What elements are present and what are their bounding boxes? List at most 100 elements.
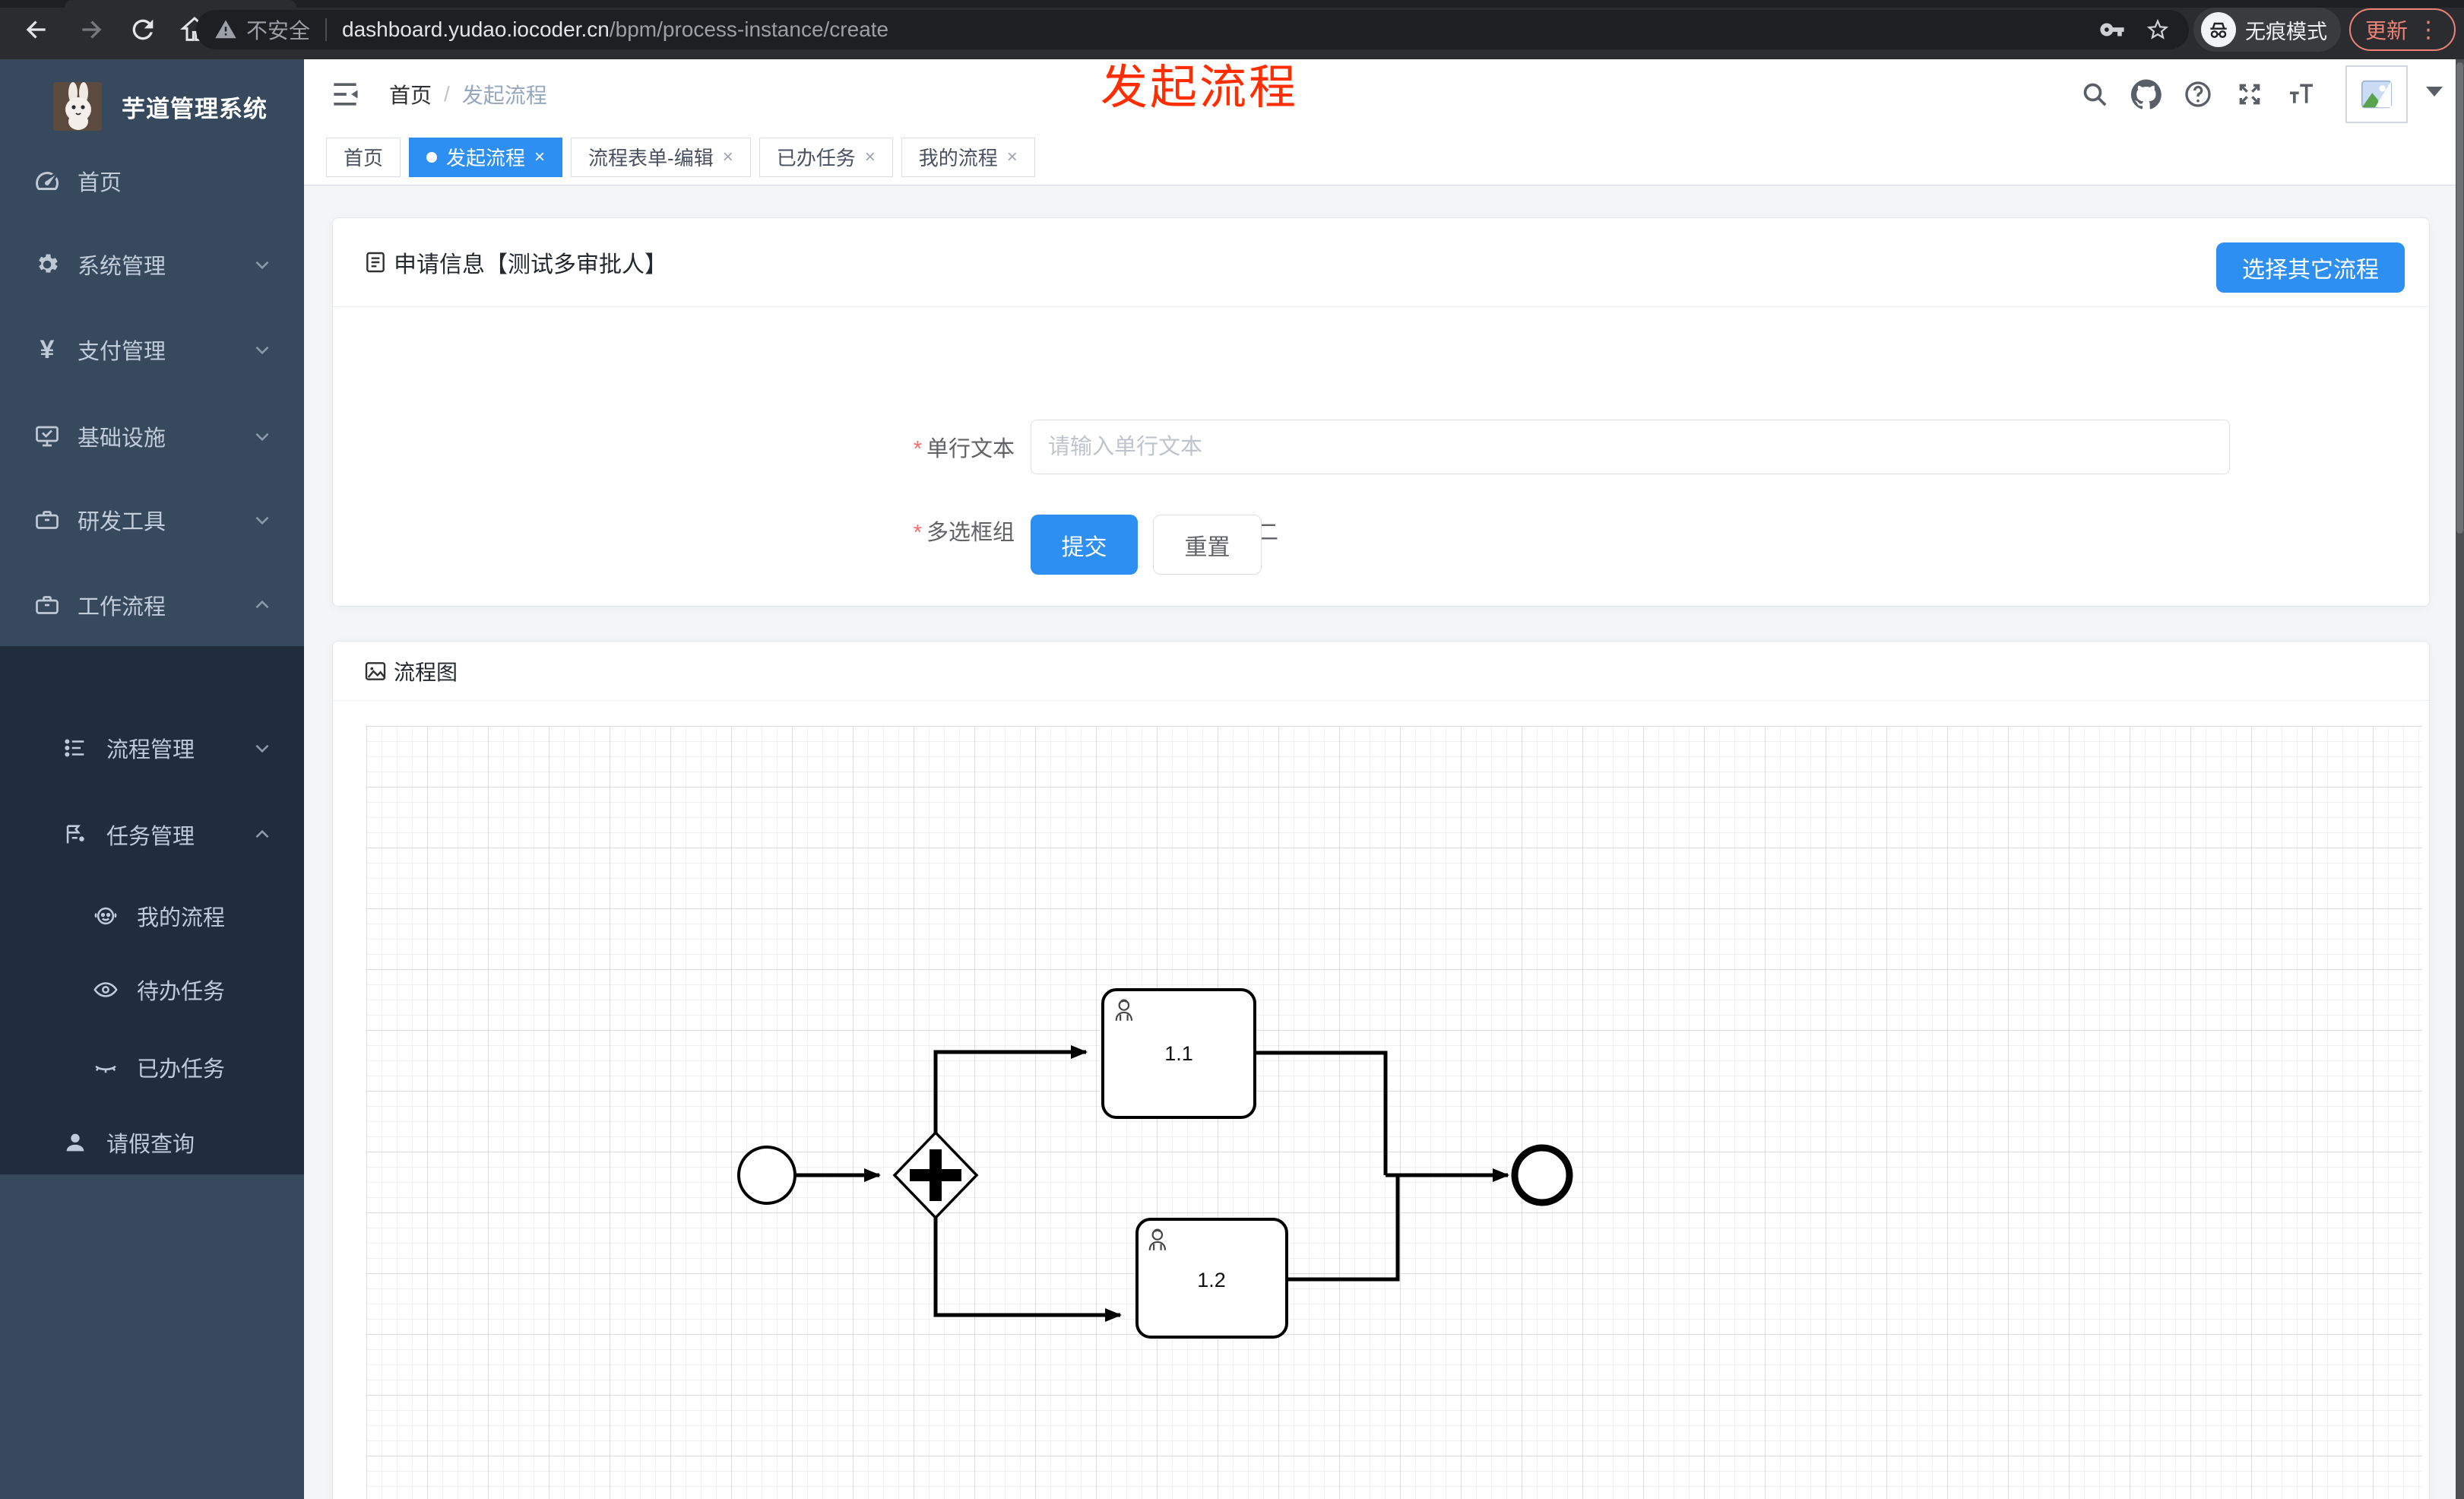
back-icon[interactable] (21, 14, 52, 45)
form-row-text: * 单行文本 (333, 420, 2230, 474)
scrollbar[interactable] (2456, 59, 2464, 1499)
breadcrumb-home[interactable]: 首页 (389, 79, 432, 109)
fullscreen-icon[interactable] (2234, 79, 2265, 109)
field-label: * 多选框组 (333, 515, 1015, 547)
chrome-update-button[interactable]: 更新 ⋮ (2349, 8, 2456, 51)
briefcase-icon (33, 506, 61, 534)
sidebar-item-payment[interactable]: ¥ 支付管理 (0, 310, 304, 389)
tag-label: 发起流程 (446, 147, 526, 170)
incognito-badge: 无痕模式 (2193, 8, 2341, 52)
close-icon[interactable]: × (1007, 147, 1018, 168)
sidebar-item-label: 流程管理 (106, 738, 195, 762)
font-size-icon[interactable] (2286, 79, 2317, 109)
sidebar-item-label: 首页 (78, 171, 122, 195)
flow-diagram-card: 流程图 1.1 1.2 (332, 641, 2430, 1499)
passkey-icon[interactable] (2099, 17, 2125, 43)
app-header: 首页 / 发起流程 (304, 59, 2464, 129)
active-tag-dot (426, 151, 438, 163)
gateway-plus-icon (930, 1149, 942, 1201)
sidebar-item-home[interactable]: 首页 (0, 141, 304, 220)
field-label: * 单行文本 (333, 431, 1015, 463)
sidebar-collapse-icon[interactable] (328, 78, 362, 111)
chevron-down-icon (252, 738, 272, 758)
sidebar-item-label: 任务管理 (106, 825, 195, 849)
flow-gateway-to-task1 (933, 1045, 1088, 1133)
breadcrumb-separator: / (444, 82, 450, 106)
chevron-up-icon (252, 825, 272, 845)
close-icon[interactable]: × (865, 147, 876, 168)
url-bar[interactable]: 不安全 dashboard.yudao.iocoder.cn /bpm/proc… (196, 10, 2189, 49)
sidebar-item-leave-query[interactable]: 请假查询 (0, 1104, 304, 1181)
tag-done-tasks[interactable]: 已办任务 × (759, 137, 893, 177)
url-path[interactable]: /bpm/process-instance/create (610, 17, 888, 42)
sidebar-item-label: 待办任务 (137, 980, 226, 1004)
close-icon[interactable]: × (534, 147, 545, 168)
sidebar-item-done-tasks[interactable]: 已办任务 (0, 1029, 304, 1105)
tag-home[interactable]: 首页 (326, 137, 401, 177)
tree-list-icon (62, 735, 88, 761)
gear-icon (33, 251, 61, 278)
chevron-down-icon (252, 255, 272, 274)
sidebar-item-process-mgmt[interactable]: 流程管理 (0, 710, 304, 786)
close-icon[interactable]: × (723, 147, 733, 168)
card-title: 流程图 (394, 660, 458, 684)
person-icon (62, 1130, 88, 1155)
bpmn-canvas[interactable]: 1.1 1.2 (366, 726, 2422, 1499)
browser-active-tab[interactable] (65, 0, 296, 8)
url-divider (325, 18, 328, 41)
main-content: 申请信息【测试多审批人】 选择其它流程 *单行文本 *多选框组 选项一 选项二 (304, 185, 2456, 1499)
forward-icon[interactable] (76, 14, 106, 45)
browser-menu-icon[interactable]: ⋮ (2417, 17, 2440, 43)
security-label[interactable]: 不安全 (246, 14, 310, 45)
help-icon[interactable] (2183, 79, 2213, 109)
flow-task1-to-join (1255, 1051, 1388, 1175)
sidebar-item-infra[interactable]: 基础设施 (0, 397, 304, 476)
task1-label: 1.1 (1164, 1042, 1193, 1065)
sidebar-item-devtools[interactable]: 研发工具 (0, 480, 304, 559)
end-event-node[interactable] (1511, 1144, 1573, 1206)
bookmark-star-icon[interactable] (2145, 17, 2171, 43)
scrollbar-thumb[interactable] (2456, 62, 2463, 534)
sidebar-item-workflow[interactable]: 工作流程 (0, 566, 304, 645)
task2-label: 1.2 (1197, 1269, 1226, 1291)
required-mark: * (913, 521, 922, 545)
breadcrumb: 首页 / 发起流程 (389, 59, 547, 129)
app-logo-row[interactable]: 芋道管理系统 (0, 70, 304, 143)
avatar[interactable] (2345, 65, 2408, 123)
reset-button[interactable]: 重置 (1153, 515, 1262, 575)
insecure-warning-icon[interactable] (214, 18, 237, 41)
sidebar-item-my-process[interactable]: 我的流程 (0, 878, 304, 954)
app-title: 芋道管理系统 (122, 95, 268, 122)
app-logo (53, 82, 102, 131)
avatar-dropdown-caret[interactable] (2426, 87, 2443, 97)
flow-task2-to-join (1287, 1175, 1400, 1282)
incognito-label: 无痕模式 (2245, 20, 2327, 43)
field-label-text: 单行文本 (926, 437, 1015, 461)
sidebar-item-todo-tasks[interactable]: 待办任务 (0, 952, 304, 1028)
browser-tabstrip (0, 0, 2464, 8)
flow-gateway-to-task2 (933, 1218, 1122, 1322)
sidebar-item-task-mgmt[interactable]: 任务管理 (0, 797, 304, 873)
start-event-node[interactable] (737, 1146, 797, 1205)
card-header: 流程图 (333, 642, 2429, 701)
search-icon[interactable] (2079, 79, 2110, 109)
sidebar-item-label: 工作流程 (78, 595, 166, 620)
update-label[interactable]: 更新 (2365, 14, 2408, 45)
tag-my-process[interactable]: 我的流程 × (901, 137, 1035, 177)
tag-start-process[interactable]: 发起流程 × (409, 137, 563, 177)
single-line-text-input[interactable] (1031, 420, 2230, 474)
chevron-down-icon (252, 510, 272, 530)
url-domain[interactable]: dashboard.yudao.iocoder.cn (342, 17, 610, 42)
sidebar-item-label: 我的流程 (137, 906, 226, 930)
choose-other-process-button[interactable]: 选择其它流程 (2216, 242, 2405, 293)
github-icon[interactable] (2130, 79, 2162, 109)
submit-button[interactable]: 提交 (1031, 515, 1138, 575)
reload-icon[interactable] (128, 14, 158, 45)
tag-label: 已办任务 (776, 147, 856, 170)
incognito-icon (2201, 12, 2236, 47)
dashboard-icon (33, 167, 61, 195)
card-title: 申请信息【测试多审批人】 (394, 252, 667, 277)
sidebar-item-system[interactable]: 系统管理 (0, 225, 304, 304)
tag-form-edit[interactable]: 流程表单-编辑 × (571, 137, 751, 177)
face-icon (93, 903, 119, 929)
